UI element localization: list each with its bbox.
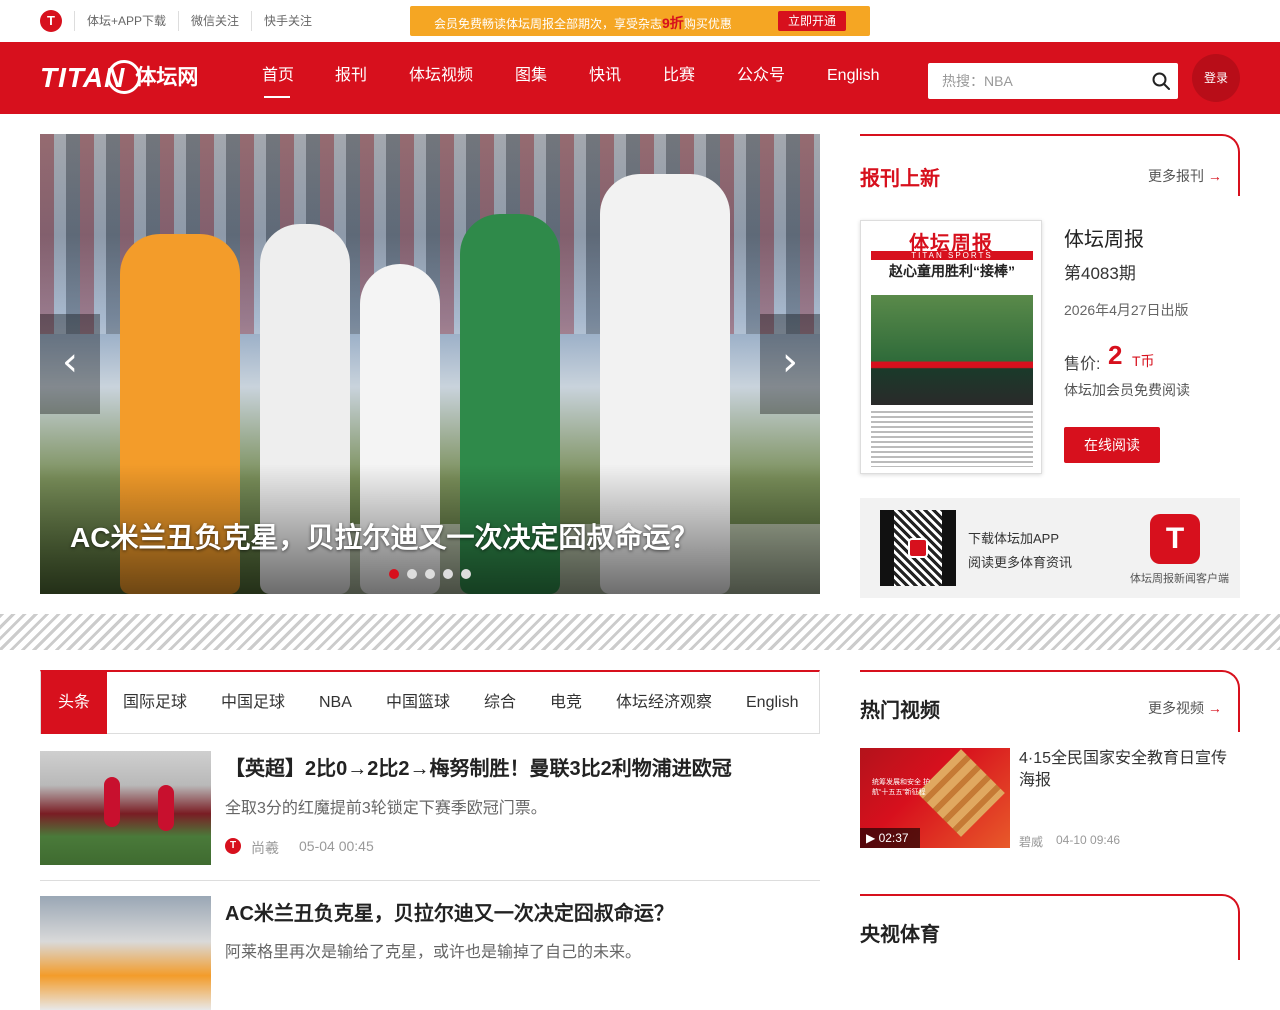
magazine-name[interactable]: 体坛周报 [1064,223,1144,252]
divider [251,11,252,31]
category-tabs: 头条 国际足球 中国足球 NBA 中国篮球 综合 电竞 体坛经济观察 Engli… [40,670,820,734]
cctv-sports-panel-header: 央视体育 [860,894,1240,960]
article-thumbnail[interactable] [40,896,211,1010]
divider [74,11,75,31]
member-free-note: 体坛加会员免费阅读 [1064,382,1190,398]
tab-general[interactable]: 综合 [484,672,516,734]
carousel-prev-arrow-icon[interactable]: ‹ [40,314,100,414]
nav-video[interactable]: 体坛视频 [409,66,473,86]
activate-membership-button[interactable]: 立即开通 [778,11,846,31]
site-logo[interactable]: TITAN 体坛网 [40,56,198,100]
divider [178,11,179,31]
promo-text: 会员免费畅读体坛周报全部期次，享受杂志9折购买优惠 [434,15,732,31]
arrow-right-icon: → [1207,700,1222,716]
top-utility-bar: T 体坛+APP下载 微信关注 快手关注 会员免费畅读体坛周报全部期次，享受杂志… [0,0,1280,42]
tab-china-football[interactable]: 中国足球 [221,672,285,734]
author-avatar-icon: T [225,838,241,854]
read-online-button[interactable]: 在线阅读 [1064,427,1160,463]
nav-gallery[interactable]: 图集 [515,66,547,86]
tab-english[interactable]: English [746,672,798,734]
magazine-date: 2026年4月27日出版 [1064,302,1189,318]
search-input[interactable] [942,71,1142,91]
panel-title: 热门视频 [860,700,940,722]
video-panel-header: 热门视频 更多视频 → [860,670,1240,732]
more-videos-link[interactable]: 更多视频 → [1148,698,1222,718]
app-download-link[interactable]: 体坛+APP下载 [87,13,166,29]
nav-english[interactable]: English [827,66,879,86]
arrow-right-icon: → [1207,168,1222,184]
panel-title: 央视体育 [860,924,940,946]
carousel-dot[interactable] [443,569,453,579]
nav-official-accounts[interactable]: 公众号 [737,66,785,86]
tab-nba[interactable]: NBA [319,672,352,734]
cover-subtitle: TITAN SPORTS [871,251,1033,260]
carousel-dot[interactable] [407,569,417,579]
app-promo-box: 下载体坛加APP 阅读更多体育资讯 T 体坛周报新闻客户端 [860,498,1240,598]
nav-matches[interactable]: 比赛 [663,66,695,86]
panel-title: 报刊上新 [860,168,940,190]
magazine-panel-header: 报刊上新 更多报刊 → [860,134,1240,196]
tab-esports[interactable]: 电竞 [550,672,582,734]
video-duration-badge: ▶ 02:37 [860,828,920,848]
magazine-issue: 第4083期 [1064,264,1136,283]
decorative-stripe-band [0,614,1280,650]
kuaishou-follow-link[interactable]: 快手关注 [264,13,312,29]
nav-home[interactable]: 首页 [262,66,294,86]
article-thumbnail[interactable] [40,751,211,865]
video-title[interactable]: 4·15全民国家安全教育日宣传海报 [1019,748,1234,792]
tab-headlines[interactable]: 头条 [41,672,107,734]
article-title[interactable]: 【英超】2比0→2比2→梅努制胜！曼联3比2利物浦进欧冠 [225,752,732,781]
article-title[interactable]: AC米兰丑负克星，贝拉尔迪又一次决定囧叔命运？ [225,897,674,926]
nav-newspaper[interactable]: 报刊 [335,66,367,86]
tab-intl-football[interactable]: 国际足球 [123,672,187,734]
more-magazines-link[interactable]: 更多报刊 → [1148,166,1222,186]
app-promo-line1: 下载体坛加APP [968,531,1060,546]
qr-code-icon [880,510,956,586]
cover-photo [871,295,1033,405]
app-promo-line2: 阅读更多体育资讯 [968,555,1073,570]
price-label: 售价: [1064,356,1101,373]
magazine-cover[interactable]: 体坛周报 TITAN SPORTS 赵心童用胜利“接棒” [860,220,1042,474]
search-icon[interactable] [1152,72,1170,90]
hero-title[interactable]: AC米兰丑负克星，贝拉尔迪又一次决定囧叔命运？ [70,516,698,556]
carousel-dot[interactable] [425,569,435,579]
search-box [928,63,1178,99]
logo-cn: 体坛网 [135,66,199,89]
carousel-dot[interactable] [461,569,471,579]
membership-promo-banner[interactable]: 会员免费畅读体坛周报全部期次，享受杂志9折购买优惠 立即开通 [410,6,870,36]
article-author[interactable]: 尚羲 [251,838,279,858]
cover-text-lines [871,411,1033,467]
video-thumbnail[interactable]: 统筹发展和安全 护航“十五五”新征程 ▶ 02:37 [860,748,1010,848]
cover-headline: 赵心童用胜利“接棒” [889,263,1015,279]
app-logo-icon[interactable]: T [1150,514,1200,564]
price-unit: T币 [1132,353,1155,369]
article-summary: 全取3分的红魔提前3轮锁定下赛季欧冠门票。 [225,800,547,817]
wechat-follow-link[interactable]: 微信关注 [191,13,239,29]
main-header: TITAN 体坛网 首页 报刊 体坛视频 图集 快讯 比赛 公众号 English… [0,42,1280,114]
video-thumb-text: 统筹发展和安全 护航“十五五”新征程 [872,779,930,796]
video-author[interactable]: 碧威 [1019,833,1043,850]
carousel-dots [389,566,479,579]
login-button[interactable]: 登录 [1192,54,1240,102]
promo-discount: 9折 [662,15,684,31]
nav-flash[interactable]: 快讯 [589,66,621,86]
play-icon: ▶ [866,831,876,845]
carousel-next-arrow-icon[interactable]: › [760,314,820,414]
carousel-dot[interactable] [389,569,399,579]
cover-masthead: 体坛周报 [869,227,1033,255]
price-value: 2 [1108,340,1123,370]
tab-economy[interactable]: 体坛经济观察 [616,672,712,734]
video-time: 04-10 09:46 [1056,833,1121,847]
nav-active-indicator [264,96,290,98]
app-caption: 体坛周报新闻客户端 [1130,573,1229,585]
article-summary: 阿莱格里再次是输给了克星，或许也是输掉了自己的未来。 [225,944,642,961]
article-divider [40,880,820,881]
hero-carousel[interactable]: AC米兰丑负克星，贝拉尔迪又一次决定囧叔命运？ ‹ › [40,134,820,594]
article-time: 05-04 00:45 [299,838,374,854]
titan-logo-icon[interactable]: T [40,10,62,32]
tab-china-basketball[interactable]: 中国篮球 [386,672,450,734]
